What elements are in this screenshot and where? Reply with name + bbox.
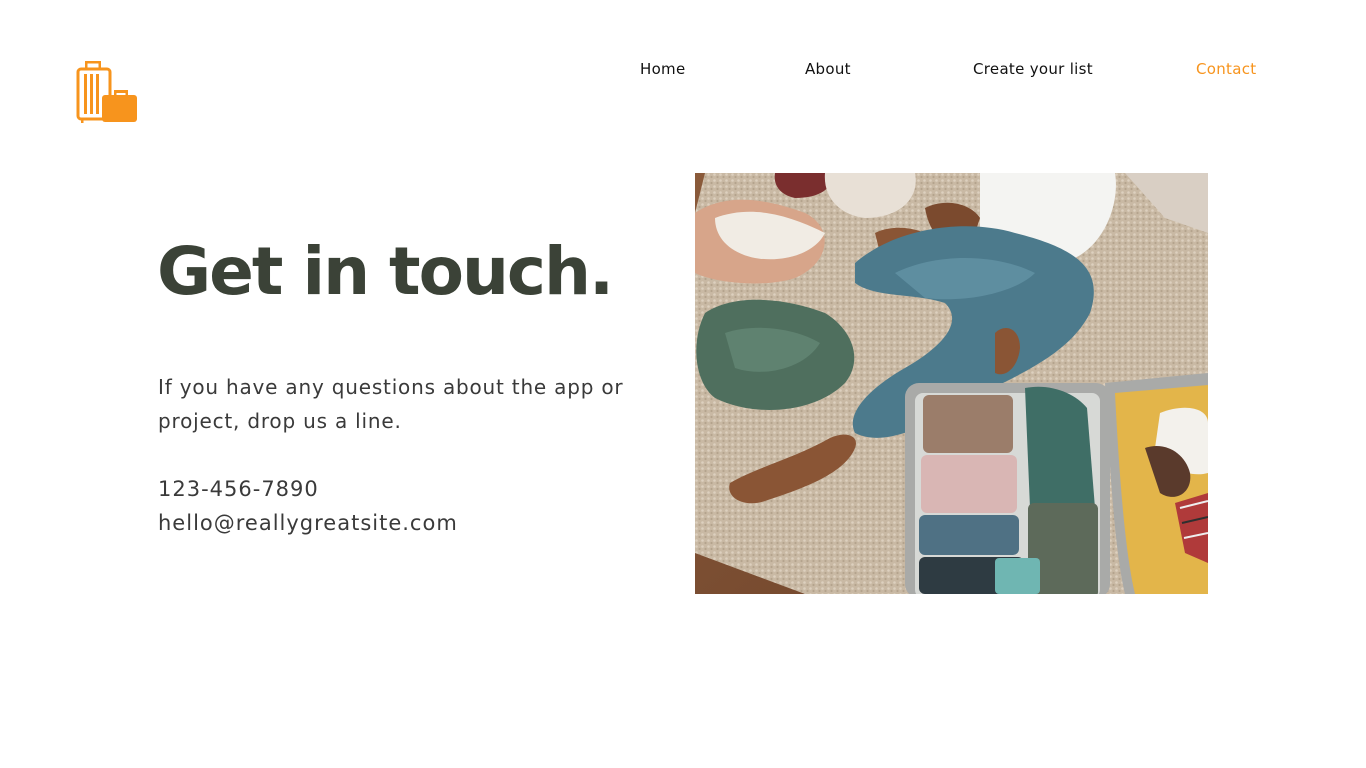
contact-info: 123-456-7890 hello@reallygreatsite.com [158, 472, 458, 540]
nav-link-home[interactable]: Home [640, 60, 686, 78]
intro-text: If you have any questions about the app … [158, 375, 624, 433]
nav-link-about[interactable]: About [805, 60, 851, 78]
main-nav: Home About Create your list Contact [0, 60, 1366, 80]
email-address[interactable]: hello@reallygreatsite.com [158, 506, 458, 540]
page-title: Get in touch. [157, 233, 614, 310]
nav-link-contact[interactable]: Contact [1196, 60, 1256, 78]
phone-number[interactable]: 123-456-7890 [158, 472, 458, 506]
nav-link-create-your-list[interactable]: Create your list [973, 60, 1093, 78]
contact-page: Home About Create your list Contact Get … [0, 0, 1366, 768]
person-packing-suitcase-photo [695, 173, 1208, 594]
